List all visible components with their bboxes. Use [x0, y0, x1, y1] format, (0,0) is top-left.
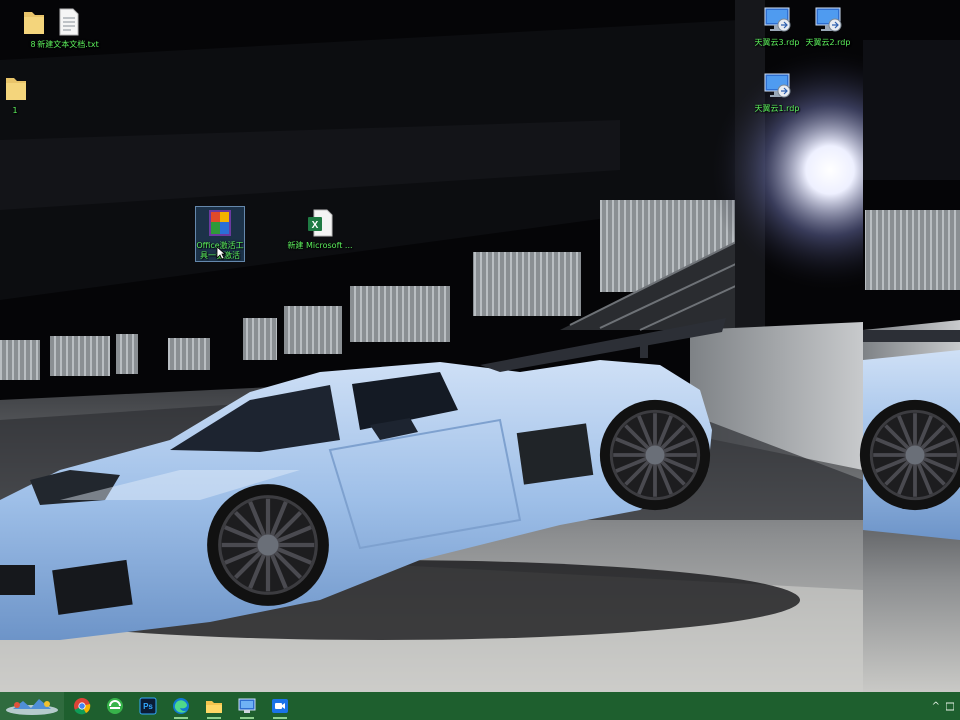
desktop-icon-excel-file[interactable]: X 新建 Microsoft ... — [287, 207, 353, 251]
taskbar-app-file-explorer[interactable] — [199, 692, 229, 720]
taskbar-app-video-meeting[interactable] — [265, 692, 295, 720]
desktop-icon-rdp-1[interactable]: 天翼云1.rdp — [744, 70, 810, 114]
svg-text:X: X — [312, 220, 319, 231]
chrome-icon — [74, 698, 91, 715]
rdp-icon — [815, 7, 842, 32]
file-explorer-icon — [206, 701, 222, 713]
network-icon[interactable] — [946, 700, 954, 712]
rdp-icon — [764, 7, 791, 32]
desktop-icon-rdp-2[interactable]: 天翼云2.rdp — [795, 4, 861, 48]
desktop-wallpaper — [0, 0, 960, 692]
taskbar-app-chrome[interactable] — [67, 692, 97, 720]
car-wallpaper-image — [0, 0, 960, 692]
running-indicator — [174, 717, 188, 719]
start-button[interactable] — [0, 692, 64, 720]
running-indicator — [240, 717, 254, 719]
video-meeting-icon — [272, 699, 288, 713]
system-tray: ^ — [932, 692, 954, 720]
edge-icon — [173, 698, 189, 714]
folder-icon — [6, 78, 26, 100]
remote-desktop-icon — [238, 698, 256, 713]
photoshop-icon-text: Ps — [143, 701, 153, 711]
taskbar-app-edge[interactable] — [166, 692, 196, 720]
mouse-cursor-icon — [216, 246, 226, 260]
desktop-icon-text-file[interactable]: 新建文本文档.txt — [35, 6, 101, 50]
office-activator-icon — [209, 210, 231, 236]
running-indicator — [273, 717, 287, 719]
desktop-icon-label: 天翼云3.rdp — [754, 38, 800, 47]
desktop-icon-label: 新建文本文档.txt — [37, 40, 99, 49]
desktop-icon-label: 新建 Microsoft ... — [287, 241, 353, 250]
excel-file-icon: X — [308, 209, 333, 237]
taskbar-app-photoshop[interactable]: Ps — [133, 692, 163, 720]
desktop-icon-label: 天翼云2.rdp — [805, 38, 851, 47]
desktop-icon-folder-1[interactable]: 1 — [0, 72, 48, 116]
start-logo-icon — [6, 699, 58, 715]
taskbar: Ps ^ — [0, 692, 960, 720]
desktop-icon-label: 天翼云1.rdp — [754, 104, 800, 113]
desktop-icon-label: 1 — [12, 106, 18, 115]
taskbar-app-360-browser[interactable] — [100, 692, 130, 720]
running-indicator — [207, 717, 221, 719]
taskbar-app-remote-desktop[interactable] — [232, 692, 262, 720]
360-browser-icon — [107, 698, 123, 714]
text-file-icon — [59, 8, 79, 36]
show-hidden-icons-button[interactable]: ^ — [932, 701, 940, 712]
rdp-icon — [764, 73, 791, 98]
